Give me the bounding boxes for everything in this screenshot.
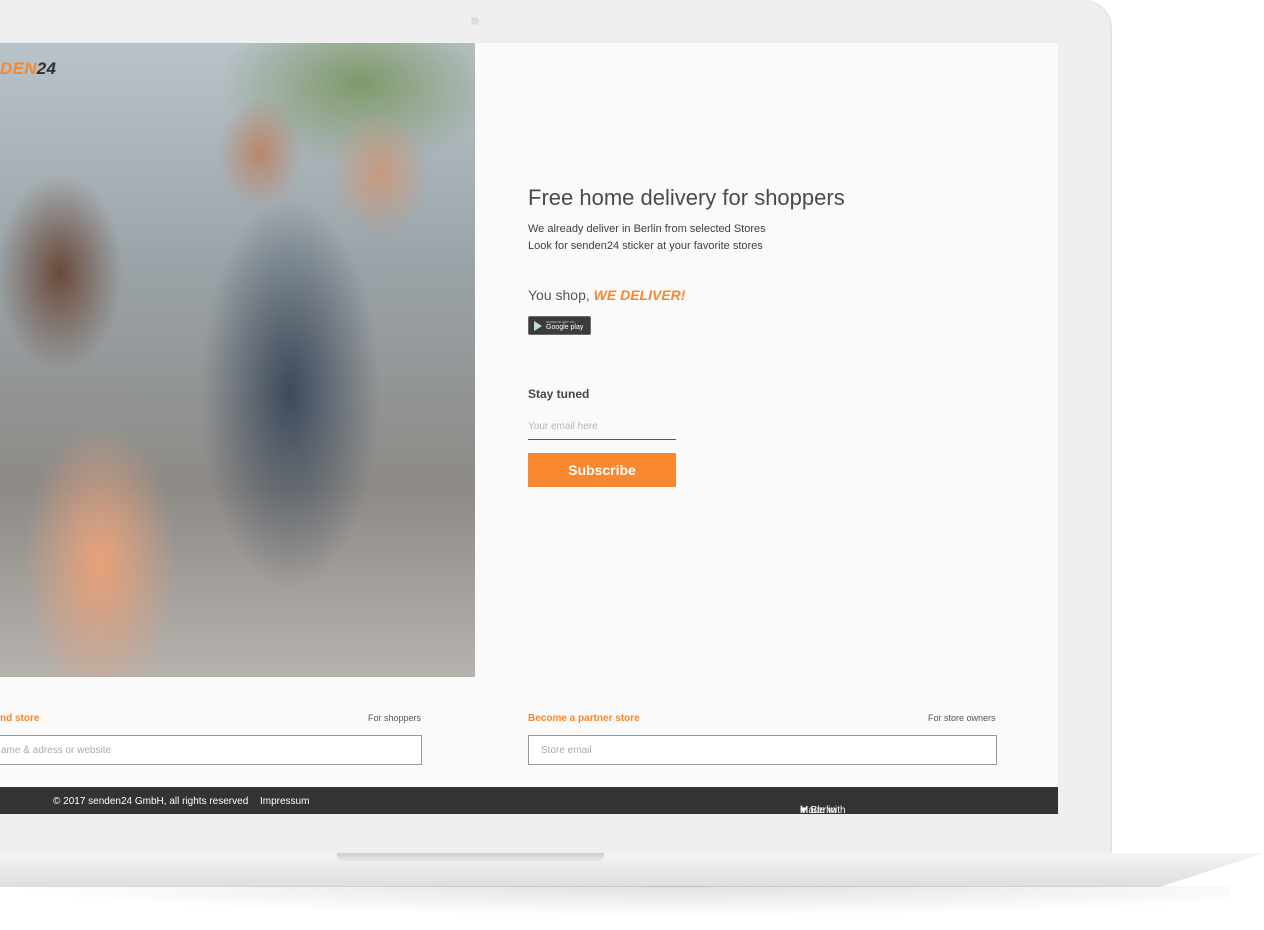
laptop-base: [0, 853, 1264, 887]
camera-dot: [471, 17, 479, 25]
subscribe-button[interactable]: Subscribe: [528, 453, 676, 487]
tagline: You shop, WE DELIVER!: [528, 287, 686, 303]
delivery-info-line-2: Look for senden24 sticker at your favori…: [528, 240, 763, 252]
newsletter-email-input[interactable]: [528, 413, 676, 440]
delivery-info-line-1: We already deliver in Berlin from select…: [528, 223, 766, 235]
hero-photo-family: [0, 43, 475, 677]
store-finder-section: nd store For shoppers Become a partner s…: [0, 677, 1058, 787]
page-headline: Free home delivery for shoppers: [528, 185, 845, 210]
laptop-shadow: [0, 886, 1230, 916]
store-email-input[interactable]: [528, 735, 997, 765]
footer: © 2017 senden24 GmbH, all rights reserve…: [0, 787, 1058, 814]
find-store-label: nd store: [0, 713, 40, 724]
partner-store-label: Become a partner store: [528, 713, 640, 724]
newsletter-label: Stay tuned: [528, 387, 590, 401]
impressum-link[interactable]: Impressum: [260, 796, 309, 807]
screen: DEN24 Free home delivery for shoppers We…: [0, 43, 1058, 814]
find-store-input[interactable]: [0, 735, 422, 765]
laptop-notch: [337, 853, 604, 861]
logo[interactable]: DEN24: [0, 59, 56, 79]
for-store-owners-tag: For store owners: [928, 713, 996, 723]
for-shoppers-tag: For shoppers: [368, 713, 422, 723]
copyright-text: © 2017 senden24 GmbH, all rights reserve…: [53, 796, 249, 807]
play-store-icon: [534, 320, 542, 331]
google-play-badge[interactable]: ANDROID APP ON Google play: [528, 316, 591, 335]
